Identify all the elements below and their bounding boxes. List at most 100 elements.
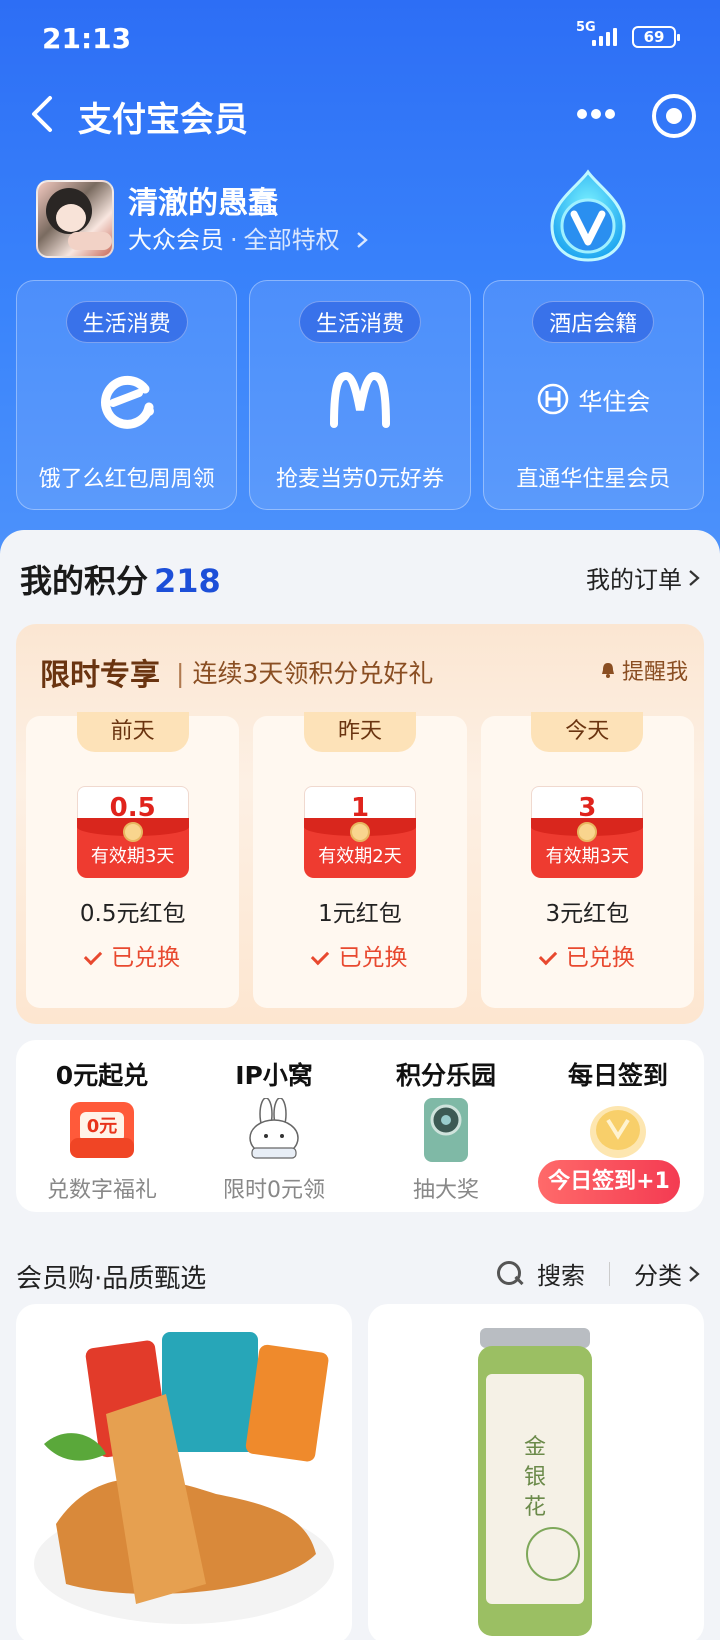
check-icon [83,946,103,966]
limited-offer-panel: 限时专享 | 连续3天领积分兑好礼 提醒我 前天 0.5 有效期3天 0.5元红包… [16,624,704,1024]
benefit-cards: 生活消费 饿了么红包周周领 生活消费 抢麦当劳0元好券 酒店会籍 华住会 直通华… [16,280,704,510]
limited-subtitle-text: 连续3天领积分兑好礼 [192,659,434,688]
product-grid: 金 银 花 [16,1304,704,1640]
all-rights-link[interactable]: 全部特权 [244,226,340,254]
day-card-before-yesterday[interactable]: 前天 0.5 有效期3天 0.5元红包 已兑换 [26,712,240,1008]
quick-sub: 兑数字福礼 [46,1178,157,1203]
bell-icon [601,663,614,678]
member-v-badge-icon[interactable] [548,168,628,264]
benefit-tag: 酒店会籍 [532,301,655,343]
content-sheet: 我的积分 218 我的订单 限时专享 | 连续3天领积分兑好礼 提醒我 前天 0.5… [0,530,720,1640]
category-button[interactable]: 分类 [634,1256,682,1291]
benefit-card-huazhu[interactable]: 酒店会籍 华住会 直通华住星会员 [482,280,704,510]
mcdonalds-logo-icon [300,363,420,435]
avatar[interactable] [36,180,114,258]
day-tag: 昨天 [303,712,416,752]
quick-item-points-park[interactable]: 积分乐园 抽大奖 [360,1040,532,1212]
quick-item-ip-nest[interactable]: IP小窝 限时0元领 [188,1040,360,1212]
benefit-tag: 生活消费 [65,301,188,343]
quick-sub: 抽大奖 [412,1178,479,1203]
remind-label: 提醒我 [621,660,688,685]
level-separator: · [230,226,238,254]
phone-icon [424,1098,468,1162]
quick-item-daily-checkin[interactable]: 每日签到 今日签到+1 [532,1040,704,1212]
huazhu-logo-text: 华住会 [578,387,651,416]
close-miniapp-icon[interactable] [652,94,696,138]
prize-name: 1元红包 [318,901,402,927]
remind-me-button[interactable]: 提醒我 [600,654,688,686]
exchanged-status: 已兑换 [26,938,239,972]
honeysuckle-tea-jar-image: 金 银 花 [478,1328,592,1636]
benefit-card-mcdonalds[interactable]: 生活消费 抢麦当劳0元好券 [249,280,471,510]
benefit-desc: 抢麦当劳0元好券 [275,467,444,492]
orders-label: 我的订单 [586,566,682,594]
member-level[interactable]: 大众会员 · 全部特权 [128,220,369,255]
day-tag: 今天 [531,712,644,752]
prize-name: 0.5元红包 [79,901,186,927]
battery-icon: 69 [632,26,680,48]
limited-title: 限时专享 [40,658,160,693]
eleme-logo-icon [67,363,187,435]
jar-label-char-2: 银 [524,1465,546,1490]
zero-coupon-text: 0元 [86,1116,118,1137]
exchanged-status: 已兑换 [481,938,694,972]
shop-section-title: 会员购·品质甄选 [16,1264,207,1294]
search-button[interactable]: 搜索 [537,1256,585,1291]
more-icon[interactable] [574,100,618,128]
huazhu-logo-icon: 华住会 [523,363,663,435]
search-icon[interactable] [497,1260,523,1287]
back-icon[interactable] [26,92,66,136]
checkin-button[interactable]: 今日签到+1 [538,1160,680,1204]
product-card-spicy-tofu[interactable] [16,1304,352,1640]
status-text: 已兑换 [338,945,408,971]
divider [609,1261,610,1286]
quick-title: 积分乐园 [395,1061,496,1090]
check-icon [538,946,558,966]
exchanged-status: 已兑换 [253,938,466,972]
coin-icon [590,1106,646,1158]
status-time: 21:13 [42,22,132,55]
chevron-right-icon [689,569,700,586]
status-text: 已兑换 [111,945,181,971]
shop-tools: 搜索 分类 [497,1256,700,1291]
signal-icon [592,28,617,46]
nav-bar: 支付宝会员 [0,80,720,150]
benefit-desc: 饿了么红包周周领 [38,467,215,492]
my-orders-link[interactable]: 我的订单 [586,560,700,595]
benefit-tag: 生活消费 [298,301,421,343]
spicy-tofu-snack-image [34,1332,334,1624]
my-points[interactable]: 我的积分 218 [20,556,221,602]
rabbit-icon [249,1098,299,1159]
quick-item-zero-exchange[interactable]: 0元起兑 0元 兑数字福礼 [16,1040,188,1212]
quick-title: 0元起兑 [55,1061,149,1090]
points-value: 218 [154,562,221,600]
quick-sub: 限时0元领 [223,1178,325,1203]
page-title: 支付宝会员 [78,100,248,140]
day-tag: 前天 [76,712,189,752]
day-cards: 前天 0.5 有效期3天 0.5元红包 已兑换 昨天 1 有效期2天 1元红包 … [26,712,694,1008]
chevron-right-icon [357,232,369,248]
jar-label-char-3: 花 [524,1495,546,1520]
red-packet-icon: 3 有效期3天 [531,786,644,878]
product-card-honeysuckle[interactable]: 金 银 花 [368,1304,704,1640]
check-icon [311,946,330,966]
red-packet-icon: 0.5 有效期3天 [76,786,189,878]
status-text: 已兑换 [565,945,635,971]
zero-coupon-icon: 0元 [66,1098,138,1162]
status-bar: 21:13 5G 69 [0,0,720,80]
member-level-label: 大众会员 [128,226,224,254]
jar-label-char-1: 金 [524,1435,546,1460]
chevron-right-icon [689,1265,700,1282]
points-label: 我的积分 [20,562,149,600]
day-card-yesterday[interactable]: 昨天 1 有效期2天 1元红包 已兑换 [253,712,467,1008]
quick-title: IP小窝 [235,1061,313,1090]
limited-subtitle: | 连续3天领积分兑好礼 [176,659,434,688]
prize-name: 3元红包 [545,901,630,927]
benefit-card-eleme[interactable]: 生活消费 饿了么红包周周领 [16,280,238,510]
quick-entries: 0元起兑 0元 兑数字福礼 IP小窝 限时0元领 积分乐园 抽大奖 每日签到 今… [16,1040,704,1212]
day-card-today[interactable]: 今天 3 有效期3天 3元红包 已兑换 [480,712,694,1008]
quick-title: 每日签到 [567,1061,668,1090]
red-packet-icon: 1 有效期2天 [303,786,416,878]
benefit-desc: 直通华住星会员 [516,467,671,492]
user-name: 清澈的愚蠢 [128,186,278,221]
